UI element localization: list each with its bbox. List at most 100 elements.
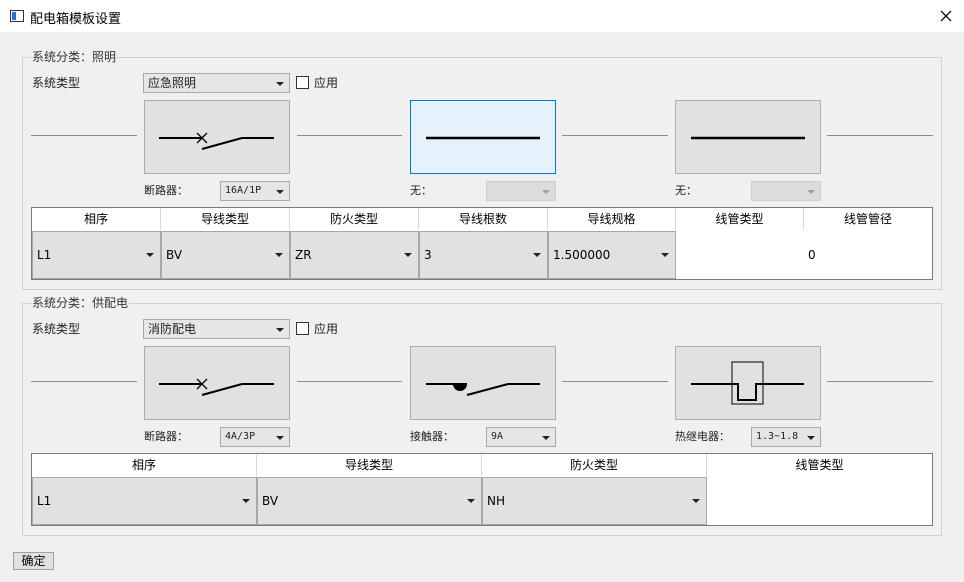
column-header: 防火类型 bbox=[290, 208, 419, 230]
column-header: 导线根数 bbox=[419, 208, 548, 230]
fire-type-select[interactable]: NH bbox=[482, 477, 707, 525]
contactor-select[interactable]: 9A bbox=[486, 427, 556, 447]
chevron-down-icon bbox=[542, 190, 550, 194]
none-select-2[interactable] bbox=[751, 181, 821, 201]
apply-label: 应用 bbox=[314, 322, 339, 336]
contactor-icon bbox=[426, 383, 540, 396]
system-type-label: 系统类型 bbox=[32, 76, 81, 90]
contactor-label: 接触器： bbox=[410, 430, 454, 443]
chevron-down-icon bbox=[276, 82, 284, 86]
conduit-type-cell[interactable] bbox=[707, 477, 932, 525]
phase-value: L1 bbox=[37, 248, 52, 262]
wire-count-select[interactable]: 3 bbox=[419, 231, 548, 279]
system-type-select[interactable]: 消防配电 bbox=[143, 319, 290, 339]
system-type-value: 应急照明 bbox=[148, 76, 197, 90]
system-type-label: 系统类型 bbox=[32, 322, 81, 336]
column-header: 导线规格 bbox=[548, 208, 676, 230]
chevron-down-icon bbox=[146, 253, 154, 257]
wire-line bbox=[297, 381, 402, 382]
chevron-down-icon bbox=[275, 253, 283, 257]
column-header: 防火类型 bbox=[482, 454, 707, 476]
close-icon bbox=[940, 10, 952, 22]
column-header: 线管类型 bbox=[707, 454, 932, 476]
apply-checkbox[interactable] bbox=[296, 76, 309, 89]
chevron-down-icon bbox=[276, 328, 284, 332]
wire-type-value: BV bbox=[262, 494, 279, 508]
apply-label: 应用 bbox=[314, 76, 339, 90]
column-header: 导线类型 bbox=[257, 454, 482, 476]
fire-type-value: ZR bbox=[295, 248, 312, 262]
chevron-down-icon bbox=[692, 499, 700, 503]
thermal-relay-select[interactable]: 1.3~1.8 bbox=[751, 427, 821, 447]
wire-table-lighting: 相序 导线类型 防火类型 导线根数 导线规格 线管类型 线管管径 L1 BV Z… bbox=[31, 207, 933, 280]
chevron-down-icon bbox=[242, 499, 250, 503]
wire-line bbox=[827, 135, 933, 136]
group-power-title: 系统分类：供配电 bbox=[31, 296, 130, 310]
wire-count-value: 3 bbox=[424, 248, 432, 262]
phase-select[interactable]: L1 bbox=[32, 231, 161, 279]
thermal-relay-icon bbox=[691, 361, 804, 405]
chevron-down-icon bbox=[467, 499, 475, 503]
conduit-type-cell[interactable] bbox=[676, 231, 804, 279]
breaker-value: 16A/1P bbox=[225, 185, 262, 196]
chevron-down-icon bbox=[404, 253, 412, 257]
group-lighting-title: 系统分类：照明 bbox=[31, 50, 118, 64]
breaker-value: 4A/3P bbox=[225, 431, 256, 442]
chevron-down-icon bbox=[276, 190, 284, 194]
none-label-2: 无： bbox=[675, 184, 697, 197]
wire-type-value: BV bbox=[166, 248, 183, 262]
chevron-down-icon bbox=[661, 253, 669, 257]
breaker-symbol-button[interactable] bbox=[144, 100, 290, 174]
column-header: 相序 bbox=[32, 208, 161, 230]
conduit-diameter-cell[interactable]: 0 bbox=[804, 231, 932, 279]
wire-icon bbox=[426, 136, 540, 140]
contactor-value: 9A bbox=[491, 431, 504, 442]
empty-symbol-button-2[interactable] bbox=[675, 100, 821, 174]
close-button[interactable] bbox=[928, 0, 964, 32]
wire-type-select[interactable]: BV bbox=[161, 231, 290, 279]
breaker-label: 断路器： bbox=[144, 184, 188, 197]
wire-line bbox=[827, 381, 933, 382]
chevron-down-icon bbox=[807, 436, 815, 440]
system-type-value: 消防配电 bbox=[148, 322, 197, 336]
chevron-down-icon bbox=[533, 253, 541, 257]
chevron-down-icon bbox=[542, 436, 550, 440]
thermal-relay-label: 热继电器： bbox=[675, 430, 730, 443]
wire-line bbox=[562, 381, 668, 382]
title-bar: 配电箱模板设置 bbox=[0, 0, 964, 32]
wire-icon bbox=[691, 136, 805, 140]
breaker-symbol-button[interactable] bbox=[144, 346, 290, 420]
none-select-1[interactable] bbox=[486, 181, 556, 201]
wire-line bbox=[31, 381, 137, 382]
breaker-icon bbox=[159, 132, 274, 150]
wire-type-select[interactable]: BV bbox=[257, 477, 482, 525]
thermal-relay-symbol-button[interactable] bbox=[675, 346, 821, 420]
wire-line bbox=[31, 135, 137, 136]
system-type-select[interactable]: 应急照明 bbox=[143, 73, 290, 93]
breaker-icon bbox=[159, 378, 274, 396]
apply-checkbox[interactable] bbox=[296, 322, 309, 335]
breaker-select[interactable]: 16A/1P bbox=[220, 181, 290, 201]
thermal-relay-value: 1.3~1.8 bbox=[756, 431, 799, 442]
fire-type-value: NH bbox=[487, 494, 505, 508]
phase-select[interactable]: L1 bbox=[32, 477, 257, 525]
window-title: 配电箱模板设置 bbox=[30, 12, 122, 27]
none-label-1: 无： bbox=[410, 184, 432, 197]
contactor-symbol-button[interactable] bbox=[410, 346, 556, 420]
wire-spec-value: 1.500000 bbox=[553, 248, 611, 262]
ok-button[interactable]: 确定 bbox=[13, 552, 54, 570]
column-header: 导线类型 bbox=[161, 208, 290, 230]
breaker-select[interactable]: 4A/3P bbox=[220, 427, 290, 447]
empty-symbol-button-1[interactable] bbox=[410, 100, 556, 174]
column-header: 线管管径 bbox=[804, 208, 932, 230]
column-header: 相序 bbox=[32, 454, 257, 476]
wire-table-power: 相序 导线类型 防火类型 线管类型 L1 BV NH bbox=[31, 453, 933, 526]
wire-line bbox=[297, 135, 402, 136]
chevron-down-icon bbox=[276, 436, 284, 440]
chevron-down-icon bbox=[807, 190, 815, 194]
wire-line bbox=[562, 135, 668, 136]
app-icon bbox=[10, 10, 24, 22]
breaker-label: 断路器： bbox=[144, 430, 188, 443]
fire-type-select[interactable]: ZR bbox=[290, 231, 419, 279]
wire-spec-select[interactable]: 1.500000 bbox=[548, 231, 676, 279]
